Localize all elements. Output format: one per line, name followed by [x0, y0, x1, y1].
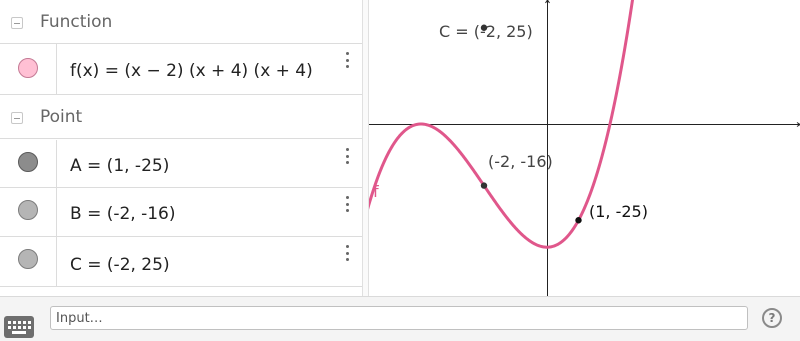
- view-splitter[interactable]: [362, 0, 369, 296]
- help-icon[interactable]: ?: [762, 308, 782, 328]
- point-a-marker[interactable]: [575, 217, 582, 224]
- algebra-view: Function f(x) = (x − 2) (x + 4) (x + 4) …: [0, 0, 362, 296]
- point-row-c[interactable]: C = (-2, 25): [0, 237, 362, 287]
- collapse-point-icon[interactable]: [11, 112, 23, 124]
- function-group-header[interactable]: Function: [0, 0, 362, 44]
- curve-label-f: f: [373, 182, 379, 201]
- visibility-toggle-c[interactable]: [18, 249, 38, 269]
- keyboard-icon[interactable]: [4, 316, 34, 338]
- point-row-b[interactable]: B = (-2, -16): [0, 188, 362, 237]
- collapse-function-icon[interactable]: [11, 17, 23, 29]
- visibility-toggle-b[interactable]: [18, 200, 38, 220]
- visibility-toggle-f[interactable]: [18, 58, 38, 78]
- point-c-label: C = (-2, 25): [439, 22, 533, 41]
- more-options-icon-c[interactable]: [343, 245, 351, 261]
- more-options-icon-a[interactable]: [343, 148, 351, 164]
- graphics-view[interactable]: f C = (-2, 25) (-2, -16) (1, -25): [369, 0, 800, 296]
- point-a-label: (1, -25): [589, 202, 648, 221]
- point-b-marker[interactable]: [480, 182, 488, 189]
- function-row-f[interactable]: f(x) = (x − 2) (x + 4) (x + 4): [0, 44, 362, 95]
- point-b-definition[interactable]: B = (-2, -16): [70, 204, 176, 224]
- point-row-a[interactable]: A = (1, -25): [0, 140, 362, 188]
- point-a-definition[interactable]: A = (1, -25): [70, 156, 169, 176]
- graph-canvas[interactable]: f C = (-2, 25) (-2, -16) (1, -25): [369, 0, 800, 296]
- function-definition[interactable]: f(x) = (x − 2) (x + 4) (x + 4): [70, 61, 313, 81]
- point-c-definition[interactable]: C = (-2, 25): [70, 255, 170, 275]
- point-group-label: Point: [40, 107, 83, 127]
- visibility-toggle-a[interactable]: [18, 152, 38, 172]
- more-options-icon-b[interactable]: [343, 196, 351, 212]
- more-options-icon-f[interactable]: [343, 52, 351, 68]
- point-group-header[interactable]: Point: [0, 95, 362, 139]
- input-field[interactable]: [50, 306, 748, 330]
- function-group-label: Function: [40, 12, 113, 32]
- point-b-label: (-2, -16): [488, 152, 553, 171]
